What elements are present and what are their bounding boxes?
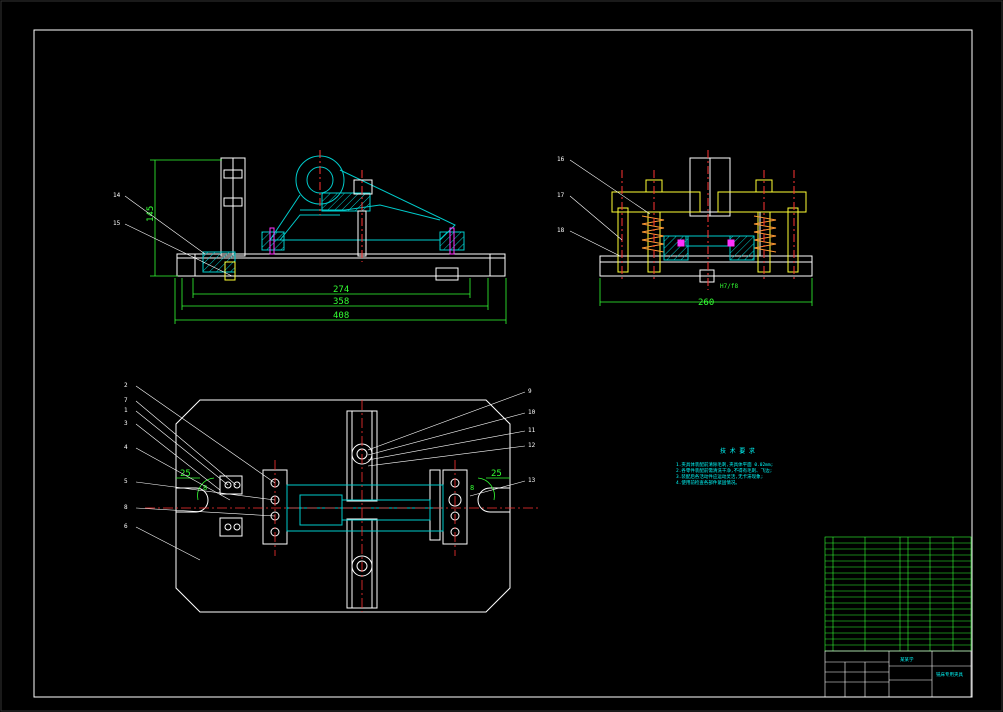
dim-front-height: 145: [146, 206, 156, 222]
technical-notes: 技 术 要 求 1.夹具体装配前清除毛刺,夹具体平面 0.02mm; 2.各零件…: [676, 447, 773, 486]
title-block-owner: 某某学: [900, 656, 914, 663]
dim-plan-right: 25: [491, 469, 502, 479]
callout-18: 18: [557, 227, 565, 234]
notes-line-4: 4.使用前检查各部件紧固情况。: [676, 479, 740, 486]
front-view: [176, 150, 506, 281]
callout-4: 4: [124, 444, 128, 451]
notes-title: 技 术 要 求: [720, 447, 755, 455]
callout-14: 14: [113, 192, 121, 199]
parts-list-rows: [825, 542, 971, 646]
drawing-frame: [0, 0, 1003, 712]
callout-5: 5: [124, 478, 128, 485]
callout-17: 17: [557, 192, 565, 199]
callout-2: 2: [124, 382, 128, 389]
callout-10: 10: [528, 409, 536, 416]
callout-12: 12: [528, 442, 536, 449]
callout-7: 7: [124, 397, 128, 404]
parts-list: [824, 536, 972, 652]
side-view: [599, 150, 813, 290]
notes-line-3: 3.装配后各活动件应运动灵活,无卡滞现象;: [676, 473, 763, 480]
callout-15: 15: [113, 220, 121, 227]
dim-plan-right-b: 8: [470, 484, 474, 492]
callout-11: 11: [528, 427, 536, 434]
notes-line-2: 2.各零件装配前需清洗干净,不得有毛刺、飞边;: [676, 467, 772, 474]
callout-8: 8: [124, 504, 128, 511]
dim-front-w2: 358: [333, 297, 349, 307]
dim-side-fit: H7/f8: [720, 283, 738, 290]
dim-front-w3: 408: [333, 311, 349, 321]
plan-view: [175, 399, 511, 613]
callout-1: 1: [124, 407, 128, 414]
side-leaders: [569, 159, 651, 257]
cad-drawing: 145 274 358 408 14 15 260 H7/f8 16 17 18…: [0, 0, 1003, 712]
dim-side-width: 260: [698, 298, 714, 308]
callout-16: 16: [557, 156, 565, 163]
callout-9: 9: [528, 388, 532, 395]
notes-line-1: 1.夹具体装配前清除毛刺,夹具体平面 0.02mm;: [676, 461, 773, 468]
callout-3: 3: [124, 420, 128, 427]
title-block-drawing-title: 铣床专用夹具: [936, 671, 963, 678]
callout-13: 13: [528, 477, 536, 484]
callout-6: 6: [124, 523, 128, 530]
dim-front-w1: 274: [333, 285, 349, 295]
